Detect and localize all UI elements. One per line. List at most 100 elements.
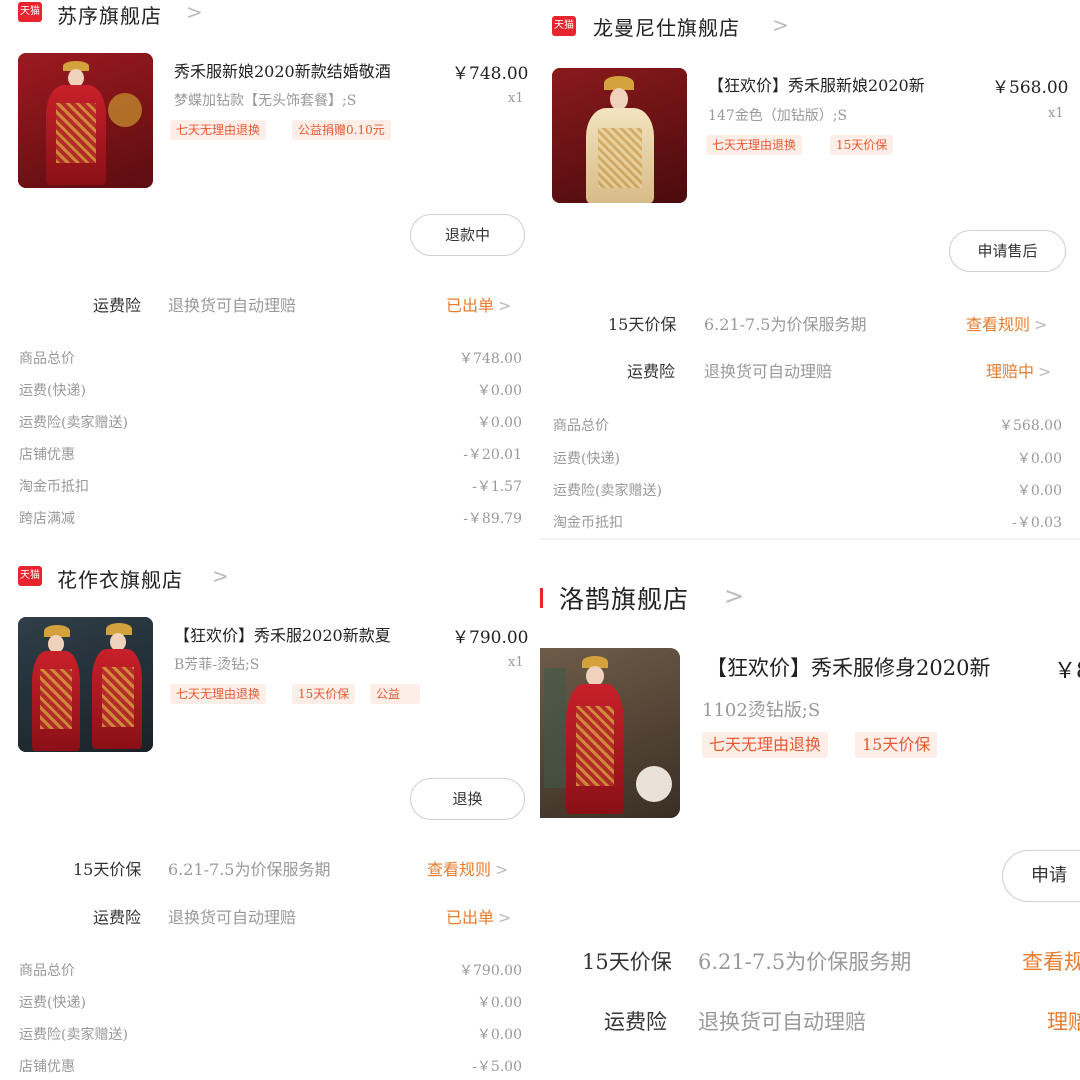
tmall-badge-icon: 天猫	[552, 16, 576, 36]
service-desc: 6.21-7.5为价保服务期	[698, 950, 912, 974]
service-action-link[interactable]: 查看规则 >	[966, 311, 1047, 335]
service-label: 运费险	[93, 296, 142, 315]
summary-label: 淘金币抵扣	[553, 515, 623, 531]
order-card-1: 天猫 苏序旗舰店 > 秀禾服新娘2020新款结婚敬酒 ￥748.00 梦蝶加钻款…	[0, 0, 540, 540]
product-image[interactable]	[18, 617, 153, 752]
chevron-right-icon: >	[498, 296, 512, 315]
tmall-badge-icon	[540, 588, 543, 608]
after-sales-button[interactable]: 申请	[1002, 850, 1080, 902]
product-price: ￥790.00	[452, 628, 529, 648]
summary-label: 商品总价	[19, 351, 75, 367]
summary-label: 店铺优惠	[19, 447, 75, 463]
summary-value: -￥1.57	[472, 479, 522, 495]
service-action-label: 查看规则	[427, 860, 492, 879]
tag-seven-day-return: 七天无理由退换	[706, 135, 803, 155]
order-card-4: 洛鹊旗舰店 > 【狂欢价】秀禾服修身2020新 ￥8 1102烫钻版;S 七天无…	[540, 540, 1080, 1080]
shop-name[interactable]: 龙曼尼仕旗舰店	[593, 12, 740, 41]
product-price: ￥568.00	[992, 78, 1069, 98]
service-label: 运费险	[604, 1010, 667, 1034]
order-card-2: 天猫 龙曼尼仕旗舰店 > 【狂欢价】秀禾服新娘2020新 ￥568.00 147…	[540, 0, 1080, 540]
summary-label: 运费险(卖家赠送)	[19, 415, 128, 431]
product-quantity: x1	[1048, 106, 1064, 121]
product-title[interactable]: 【狂欢价】秀禾服修身2020新	[706, 652, 990, 682]
tag-seven-day-return: 七天无理由退换	[170, 684, 267, 704]
summary-value: ￥0.00	[1016, 483, 1062, 499]
service-action-label: 查看规则	[966, 315, 1031, 334]
service-action-label: 理赔中	[986, 362, 1035, 381]
summary-value: -￥5.00	[472, 1059, 522, 1075]
service-action-link[interactable]: 理赔	[1047, 1006, 1080, 1036]
product-sku: 147金色（加钻版）;S	[708, 108, 848, 124]
service-desc: 退换货可自动理赔	[168, 908, 297, 927]
chevron-right-icon[interactable]: >	[724, 582, 744, 610]
summary-value: -￥89.79	[463, 511, 522, 527]
service-desc: 退换货可自动理赔	[704, 362, 833, 381]
service-desc: 6.21-7.5为价保服务期	[168, 860, 331, 879]
summary-value: ￥790.00	[459, 963, 522, 979]
product-sku: 梦蝶加钻款【无头饰套餐】;S	[174, 93, 357, 109]
product-price: ￥8	[1054, 659, 1080, 684]
tag-charity: 公益捐赠0.10元	[292, 120, 391, 140]
summary-value: ￥0.00	[1016, 451, 1062, 467]
tag-price-protection: 15天价保	[830, 135, 894, 155]
summary-value: ￥0.00	[476, 1027, 522, 1043]
product-quantity: x1	[508, 91, 524, 106]
product-image[interactable]	[552, 68, 687, 203]
summary-label: 运费险(卖家赠送)	[553, 483, 662, 499]
product-title[interactable]: 【狂欢价】秀禾服新娘2020新	[708, 72, 925, 96]
chevron-right-icon: >	[495, 860, 509, 879]
service-desc: 6.21-7.5为价保服务期	[704, 315, 867, 334]
summary-label: 店铺优惠	[19, 1059, 75, 1075]
service-label: 15天价保	[608, 315, 677, 334]
service-action-link[interactable]: 理赔中 >	[986, 358, 1051, 382]
shop-name[interactable]: 花作衣旗舰店	[57, 564, 183, 593]
summary-label: 跨店满减	[19, 511, 75, 527]
tag-seven-day-return: 七天无理由退换	[702, 732, 829, 758]
refund-status-button[interactable]: 退款中	[410, 214, 525, 256]
tmall-badge-icon: 天猫	[18, 566, 42, 586]
tag-price-protection: 15天价保	[855, 732, 938, 758]
chevron-right-icon[interactable]: >	[186, 0, 203, 24]
chevron-right-icon: >	[1034, 315, 1048, 334]
chevron-right-icon[interactable]: >	[772, 13, 789, 37]
tag-price-protection: 15天价保	[292, 684, 356, 704]
summary-label: 商品总价	[553, 418, 609, 434]
summary-value: ￥0.00	[476, 383, 522, 399]
summary-value: ￥0.00	[476, 995, 522, 1011]
service-action-link[interactable]: 已出单 >	[446, 292, 511, 316]
product-title[interactable]: 【狂欢价】秀禾服2020新款夏	[174, 622, 391, 646]
product-image[interactable]	[540, 648, 680, 818]
service-label: 运费险	[627, 362, 676, 381]
summary-value: ￥748.00	[459, 351, 522, 367]
service-action-label: 已出单	[446, 908, 495, 927]
summary-label: 淘金币抵扣	[19, 479, 89, 495]
chevron-right-icon: >	[1038, 362, 1052, 381]
summary-label: 运费(快递)	[19, 995, 86, 1011]
summary-value: -￥0.03	[1012, 515, 1062, 531]
service-action-link[interactable]: 查看规则 >	[427, 856, 508, 880]
summary-value: -￥20.01	[463, 447, 522, 463]
shop-name[interactable]: 洛鹊旗舰店	[559, 580, 689, 616]
product-sku: B芳菲-烫钻;S	[174, 657, 260, 673]
product-image[interactable]	[18, 53, 153, 188]
product-title[interactable]: 秀禾服新娘2020新款结婚敬酒	[174, 58, 391, 82]
service-action-link[interactable]: 查看规	[1022, 946, 1080, 976]
service-desc: 退换货可自动理赔	[168, 296, 297, 315]
product-price: ￥748.00	[452, 64, 529, 84]
summary-label: 运费险(卖家赠送)	[19, 1027, 128, 1043]
after-sales-button[interactable]: 申请售后	[949, 230, 1066, 272]
summary-label: 运费(快递)	[19, 383, 86, 399]
tag-charity: 公益	[370, 684, 420, 704]
summary-label: 商品总价	[19, 963, 75, 979]
summary-value: ￥0.00	[476, 415, 522, 431]
return-exchange-button[interactable]: 退换	[410, 778, 525, 820]
service-label: 15天价保	[73, 860, 142, 879]
chevron-right-icon[interactable]: >	[212, 564, 229, 588]
service-action-link[interactable]: 已出单 >	[446, 904, 511, 928]
service-label: 运费险	[93, 908, 142, 927]
summary-label: 运费(快递)	[553, 451, 620, 467]
tmall-badge-icon: 天猫	[18, 2, 42, 22]
shop-name[interactable]: 苏序旗舰店	[57, 0, 162, 29]
service-action-label: 已出单	[446, 296, 495, 315]
service-desc: 退换货可自动理赔	[698, 1010, 866, 1034]
